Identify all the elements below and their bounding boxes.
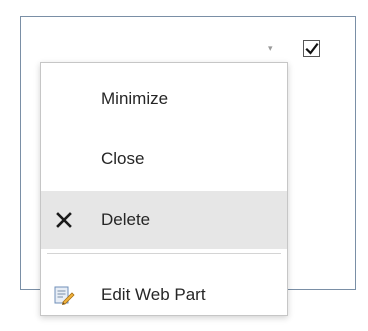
menu-item-label: Close bbox=[101, 149, 145, 168]
menu-item-label: Minimize bbox=[101, 89, 169, 108]
menu-item-delete[interactable]: Delete bbox=[41, 191, 287, 249]
web-part-menu-arrow-icon[interactable]: ▾ bbox=[268, 44, 276, 53]
menu-divider bbox=[47, 253, 281, 254]
web-part-context-menu: Minimize Close Delete Edit Web Part bbox=[40, 62, 288, 316]
web-part-select-checkbox[interactable] bbox=[303, 40, 320, 57]
menu-item-edit-web-part[interactable]: Edit Web Part bbox=[41, 269, 287, 321]
close-x-icon bbox=[53, 209, 75, 231]
screen: ▾ Minimize Close Delete Edit Web Part bbox=[0, 0, 368, 331]
checkmark-icon bbox=[305, 42, 319, 55]
menu-item-label: Edit Web Part bbox=[101, 285, 206, 304]
menu-item-minimize[interactable]: Minimize bbox=[41, 73, 287, 125]
menu-item-label: Delete bbox=[101, 210, 151, 229]
edit-web-part-icon bbox=[53, 284, 75, 306]
menu-item-close[interactable]: Close bbox=[41, 133, 287, 185]
